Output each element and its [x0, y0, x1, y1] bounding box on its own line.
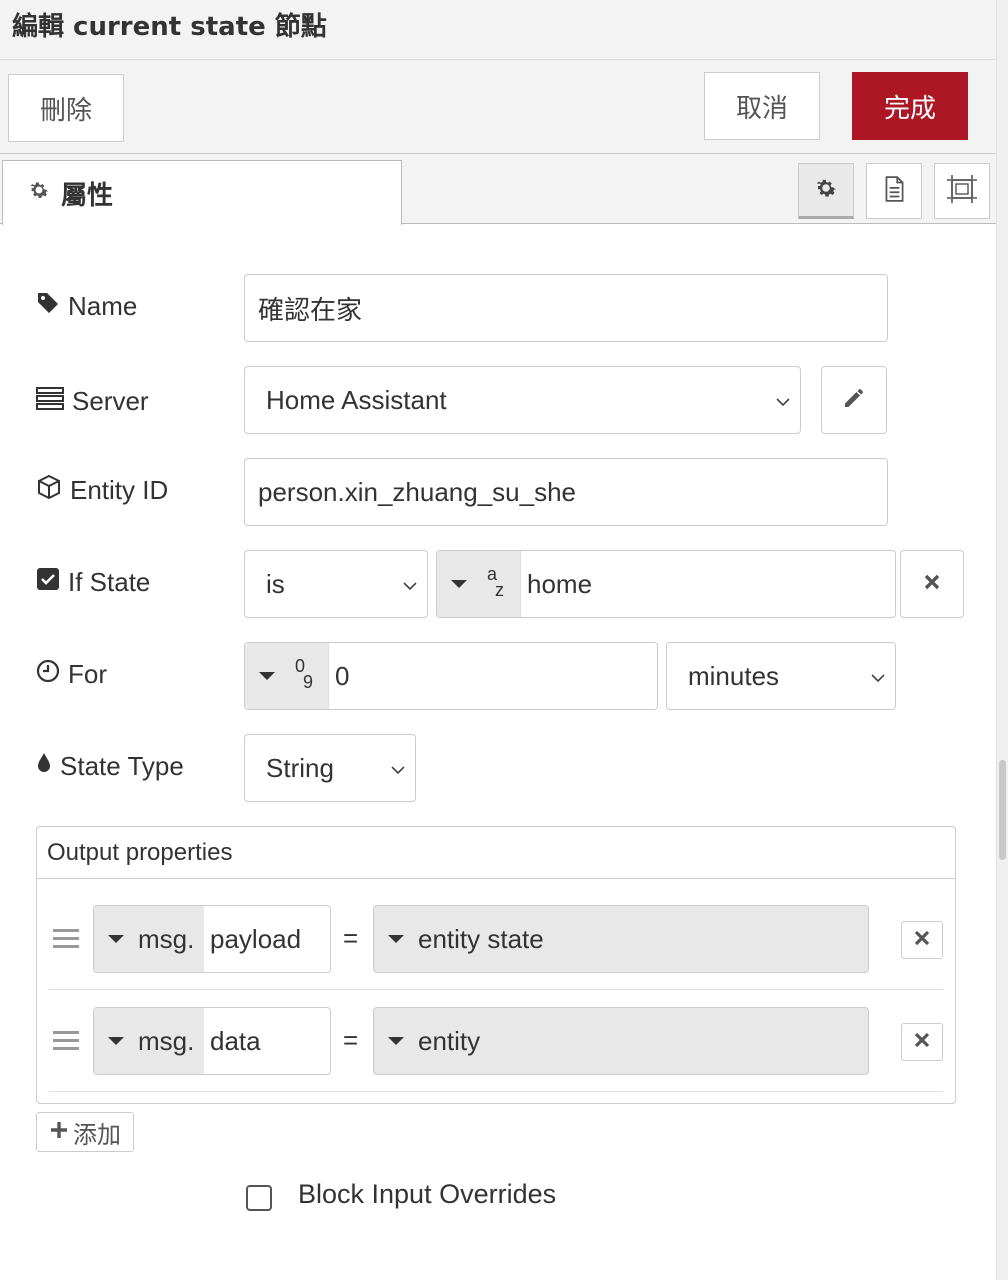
entity-id-input[interactable]	[245, 476, 887, 508]
for-value-field[interactable]: 0 9 0	[244, 642, 658, 710]
tab-bar: 屬性	[0, 154, 996, 225]
close-icon	[913, 929, 931, 952]
if-state-value-field[interactable]: a z home	[436, 550, 896, 618]
tint-icon	[36, 751, 52, 782]
output-property-name[interactable]: data	[204, 1026, 261, 1057]
entity-id-label: Entity ID	[36, 470, 168, 510]
drag-handle-icon[interactable]	[53, 1031, 79, 1055]
pencil-icon	[842, 386, 866, 415]
for-value[interactable]: 0	[329, 661, 349, 692]
clear-if-state-button[interactable]	[900, 550, 964, 618]
state-type-select[interactable]: String	[244, 734, 416, 802]
chevron-down-icon	[776, 385, 800, 416]
for-unit-select[interactable]: minutes	[666, 642, 896, 710]
gear-icon	[813, 175, 839, 206]
caret-down-icon	[108, 1037, 124, 1045]
tag-icon	[36, 291, 60, 322]
string-type-icon: a z	[487, 564, 504, 600]
close-icon	[913, 1031, 931, 1054]
dialog-title-bar: 編輯 current state 節點	[0, 0, 996, 60]
server-label: Server	[36, 381, 149, 421]
output-row-value-select[interactable]: entity state	[373, 905, 869, 973]
server-icon	[36, 386, 64, 417]
equals-sign: =	[343, 923, 359, 953]
checkbox-checked-icon	[36, 567, 60, 598]
msg-type-selector[interactable]: msg.	[94, 1008, 204, 1074]
output-properties-box: Output properties msg. payload = entity …	[36, 826, 956, 1104]
equals-sign: =	[343, 1025, 359, 1055]
block-input-overrides-label: Block Input Overrides	[298, 1179, 557, 1209]
remove-row-button[interactable]	[901, 1023, 943, 1061]
caret-down-icon	[388, 1037, 404, 1045]
number-type-icon: 0 9	[295, 656, 314, 692]
chevron-down-icon	[391, 753, 415, 784]
frame-icon	[946, 174, 978, 209]
name-field[interactable]	[244, 274, 888, 342]
caret-down-icon	[108, 935, 124, 943]
close-icon	[922, 572, 942, 597]
output-row-value-select[interactable]: entity	[373, 1007, 869, 1075]
scrollbar-track[interactable]	[996, 0, 1008, 1280]
block-input-overrides-checkbox[interactable]	[246, 1185, 272, 1211]
tab-properties[interactable]: 屬性	[2, 160, 402, 225]
scrollbar-thumb[interactable]	[999, 760, 1006, 860]
row-divider	[49, 1091, 943, 1092]
document-icon	[881, 175, 907, 208]
tab-properties-label: 屬性	[61, 180, 114, 211]
name-label: Name	[36, 286, 137, 326]
state-type-label: State Type	[36, 746, 184, 786]
edit-server-button[interactable]	[821, 366, 887, 434]
caret-down-icon	[451, 580, 467, 588]
caret-down-icon	[259, 672, 275, 680]
drag-handle-icon[interactable]	[53, 929, 79, 953]
done-button[interactable]: 完成	[852, 72, 968, 140]
clock-icon	[36, 659, 60, 690]
cancel-button[interactable]: 取消	[704, 72, 820, 140]
add-output-property-button[interactable]: 添加	[36, 1112, 134, 1152]
properties-tool-button[interactable]	[798, 163, 854, 219]
dialog-button-bar: 刪除 取消 完成	[0, 60, 996, 154]
chevron-down-icon	[871, 661, 895, 692]
cube-icon	[36, 474, 62, 507]
server-select[interactable]: Home Assistant	[244, 366, 801, 434]
output-row-property-field[interactable]: msg. data	[93, 1007, 331, 1075]
appearance-tool-button[interactable]	[934, 163, 990, 219]
if-state-label: If State	[36, 562, 150, 602]
dialog-title: 編輯 current state 節點	[12, 12, 327, 42]
remove-row-button[interactable]	[901, 921, 943, 959]
row-divider	[49, 989, 943, 990]
name-input[interactable]	[245, 293, 887, 323]
if-state-operator-select[interactable]: is	[244, 550, 428, 618]
caret-down-icon	[388, 935, 404, 943]
output-property-name[interactable]: payload	[204, 924, 301, 955]
output-properties-header: Output properties	[37, 827, 955, 879]
gear-icon	[27, 178, 51, 209]
if-state-type-selector[interactable]: a z	[437, 551, 521, 617]
delete-button[interactable]: 刪除	[8, 74, 124, 142]
entity-id-field[interactable]	[244, 458, 888, 526]
plus-icon	[49, 1118, 69, 1146]
for-label: For	[36, 654, 107, 694]
msg-type-selector[interactable]: msg.	[94, 906, 204, 972]
for-type-selector[interactable]: 0 9	[245, 643, 329, 709]
chevron-down-icon	[403, 569, 427, 600]
output-row-property-field[interactable]: msg. payload	[93, 905, 331, 973]
description-tool-button[interactable]	[866, 163, 922, 219]
if-state-value[interactable]: home	[521, 569, 592, 600]
